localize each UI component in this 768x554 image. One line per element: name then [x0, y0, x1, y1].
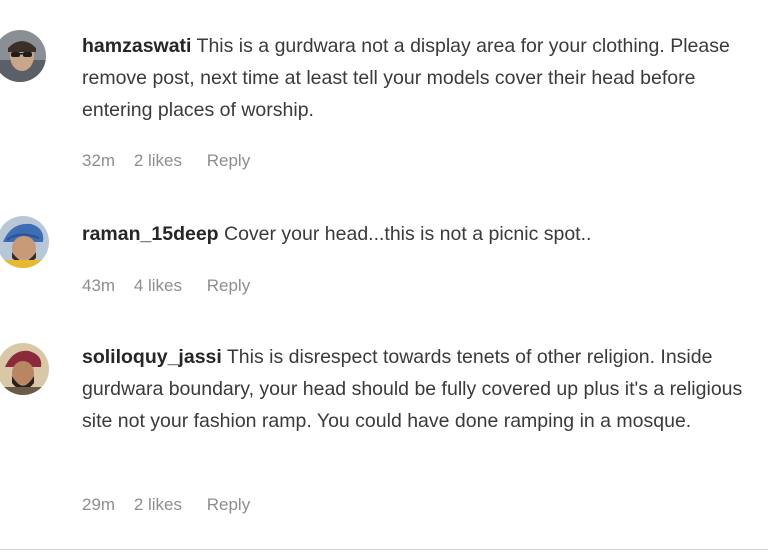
comment-username[interactable]: raman_15deep: [82, 223, 219, 245]
comment-time: 32m: [82, 151, 116, 170]
comment-body: hamzaswati This is a gurdwara not a disp…: [82, 30, 762, 126]
comment-time: 29m: [82, 495, 116, 514]
bottom-divider: [0, 549, 768, 550]
comment-body: raman_15deep Cover your head...this is n…: [82, 218, 762, 250]
reply-button[interactable]: Reply: [207, 151, 250, 170]
comment-meta: 29m 2 likes Reply: [82, 495, 264, 515]
comment-time: 43m: [82, 276, 116, 295]
comment-meta: 43m 4 likes Reply: [82, 276, 264, 296]
comment-text: Cover your head...this is not a picnic s…: [224, 223, 592, 245]
comment-username[interactable]: hamzaswati: [82, 35, 191, 57]
user-avatar-turban-icon[interactable]: [0, 343, 49, 395]
comment-likes[interactable]: 2 likes: [134, 495, 182, 514]
user-avatar-sunglasses-icon[interactable]: [0, 30, 46, 82]
comment-body: soliloquy_jassi This is disrespect towar…: [82, 341, 762, 437]
reply-button[interactable]: Reply: [207, 276, 250, 295]
comment-username[interactable]: soliloquy_jassi: [82, 346, 222, 368]
comment-likes[interactable]: 4 likes: [134, 276, 182, 295]
comment-meta: 32m 2 likes Reply: [82, 151, 264, 171]
comment-likes[interactable]: 2 likes: [134, 151, 182, 170]
user-avatar-turban-icon[interactable]: [0, 216, 49, 268]
reply-button[interactable]: Reply: [207, 495, 250, 514]
